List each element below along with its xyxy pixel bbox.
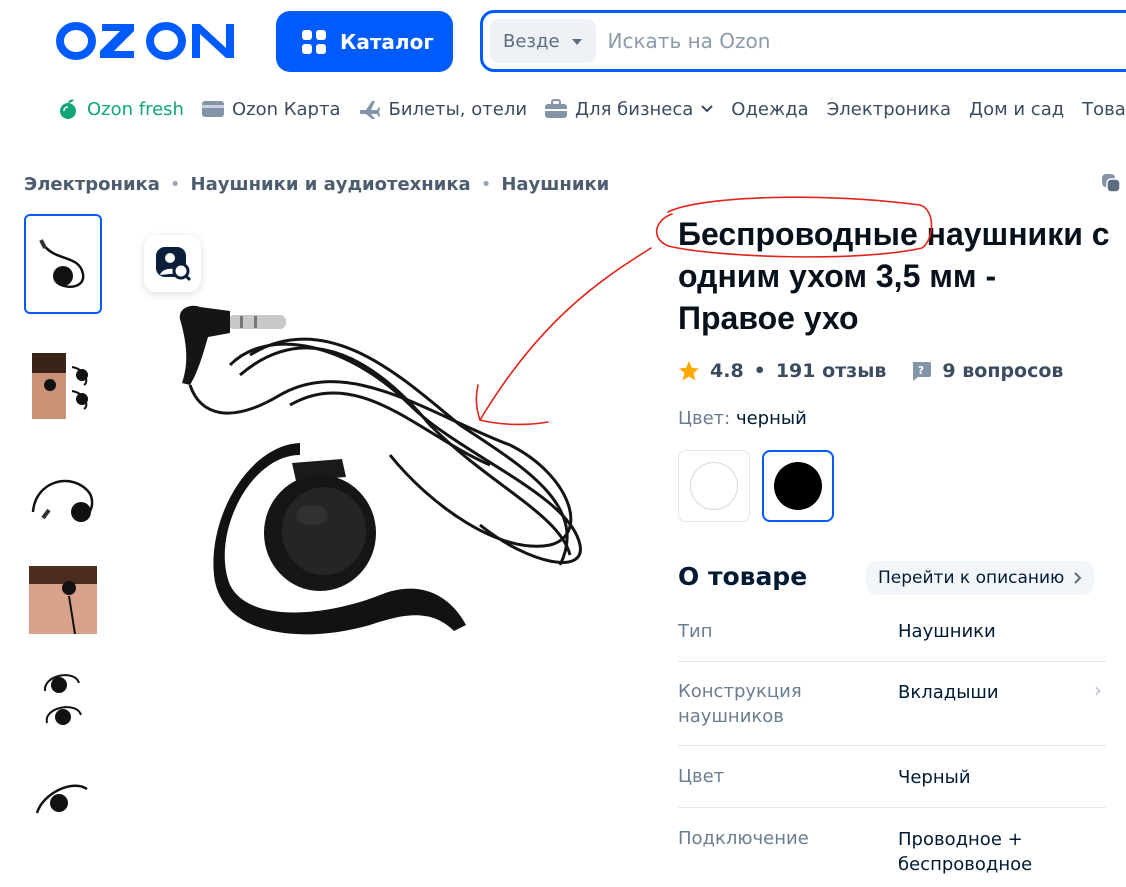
ear-photo-image: [32, 353, 88, 419]
nav-label: Ozon Карта: [231, 98, 341, 120]
nav-item-home-garden[interactable]: Дом и сад: [969, 99, 1064, 120]
nav-label: Товары: [1082, 98, 1126, 120]
questions-link[interactable]: ? 9 вопросов: [910, 360, 1063, 382]
nav-label: Ozon fresh: [87, 98, 184, 120]
search-bar: Везде: [480, 10, 1126, 72]
nav-item-clothes[interactable]: Одежда: [731, 99, 808, 120]
color-swatch-black[interactable]: [762, 450, 834, 522]
thumbnail[interactable]: [24, 650, 102, 750]
spec-row: Тип Наушники: [678, 617, 1106, 662]
thumbnail[interactable]: [24, 336, 102, 436]
image-search-icon: [155, 246, 191, 281]
question-bubble-icon: ?: [913, 362, 932, 381]
rating-row: 4.8 • 191 отзыв ? 9 вопросов: [678, 360, 1063, 382]
chevron-down-icon: [571, 39, 582, 45]
questions-count: 9 вопросов: [942, 360, 1064, 382]
breadcrumb-separator: •: [169, 174, 181, 195]
chevron-right-icon: ›: [1094, 678, 1102, 702]
catalog-label: Каталог: [340, 29, 434, 54]
spec-value: Черный: [898, 767, 971, 788]
nav-label: Для бизнеса: [575, 98, 694, 120]
svg-text:?: ?: [918, 364, 924, 377]
briefcase-icon: [545, 99, 568, 118]
product-main-image[interactable]: [130, 215, 650, 655]
headset-image: [39, 239, 85, 288]
nav-item-tickets[interactable]: Билеты, отели: [358, 98, 527, 120]
grid-icon: [302, 29, 326, 54]
nav-label: Билеты, отели: [388, 98, 528, 120]
nav-label: Электроника: [826, 98, 951, 120]
spec-row: Подключение Проводное + беспроводное: [678, 808, 1106, 887]
ear-photo-image: [29, 566, 97, 634]
headset-image: [35, 784, 88, 814]
about-title: О товаре: [678, 562, 808, 591]
headset-pair-image: [44, 674, 82, 725]
nav-item-electronics[interactable]: Электроника: [827, 99, 951, 120]
breadcrumb-link[interactable]: Наушники и аудиотехника: [191, 174, 471, 195]
catalog-button[interactable]: Каталог: [276, 11, 453, 72]
spec-row[interactable]: Конструкция наушников Вкладыши ›: [678, 662, 1106, 746]
ozon-logo[interactable]: [56, 18, 242, 64]
nav-item-ozon-card[interactable]: Ozon Карта: [201, 98, 341, 120]
fresh-icon: [60, 99, 76, 119]
top-nav: Ozon fresh Ozon Карта Билеты, отели Для …: [57, 98, 1126, 120]
search-scope-dropdown[interactable]: Везде: [490, 19, 596, 63]
chevron-down-icon: [701, 105, 714, 113]
swatch-dot: [774, 462, 822, 510]
reviews-link[interactable]: 191 отзыв: [776, 360, 887, 382]
goto-description-button[interactable]: Перейти к описанию: [866, 561, 1095, 595]
color-swatch-white[interactable]: [678, 450, 750, 522]
search-scope-label: Везде: [503, 30, 560, 52]
headset-image: [31, 479, 94, 522]
breadcrumb: Электроника • Наушники и аудиотехника • …: [24, 174, 609, 195]
spec-value: Наушники: [898, 621, 996, 642]
spec-label: Конструкция наушников: [678, 681, 802, 727]
nav-label: Одежда: [731, 98, 809, 120]
spec-label: Подключение: [678, 828, 809, 849]
rating-separator: •: [753, 360, 766, 382]
star-icon: [679, 361, 699, 381]
title-highlighted-word: Беспроводные: [678, 216, 918, 252]
nav-item-goods[interactable]: Товары: [1082, 99, 1126, 120]
card-icon: [201, 101, 224, 117]
rating-value: 4.8: [710, 360, 744, 382]
nav-item-ozon-fresh[interactable]: Ozon fresh: [57, 98, 184, 120]
thumbnail[interactable]: [24, 450, 102, 550]
color-value: черный: [735, 408, 807, 429]
image-search-button[interactable]: [144, 235, 201, 292]
search-input[interactable]: [607, 29, 1088, 53]
spec-value: Вкладыши: [898, 682, 999, 703]
spec-label: Тип: [678, 621, 713, 642]
goto-description-label: Перейти к описанию: [878, 568, 1065, 588]
thumbnail[interactable]: [24, 214, 102, 314]
breadcrumb-link[interactable]: Наушники: [501, 174, 609, 195]
breadcrumb-link[interactable]: Электроника: [24, 174, 160, 195]
nav-item-business[interactable]: Для бизнеса: [545, 98, 714, 120]
spec-row: Цвет Черный: [678, 746, 1106, 808]
spec-label: Цвет: [678, 766, 725, 787]
swatch-dot: [690, 462, 738, 510]
plane-icon: [360, 101, 381, 119]
breadcrumb-separator: •: [480, 174, 492, 195]
color-label-row: Цвет: черный: [678, 408, 807, 429]
nav-label: Дом и сад: [969, 98, 1065, 120]
thumbnail[interactable]: [24, 748, 102, 848]
compare-icon[interactable]: [1102, 174, 1122, 198]
chevron-right-icon: [1074, 572, 1082, 584]
thumbnail[interactable]: [24, 550, 102, 650]
product-title: Беспроводные наушники с одним ухом 3,5 м…: [678, 213, 1118, 339]
spec-value: Проводное + беспроводное: [898, 829, 1033, 875]
color-label: Цвет:: [678, 408, 731, 429]
